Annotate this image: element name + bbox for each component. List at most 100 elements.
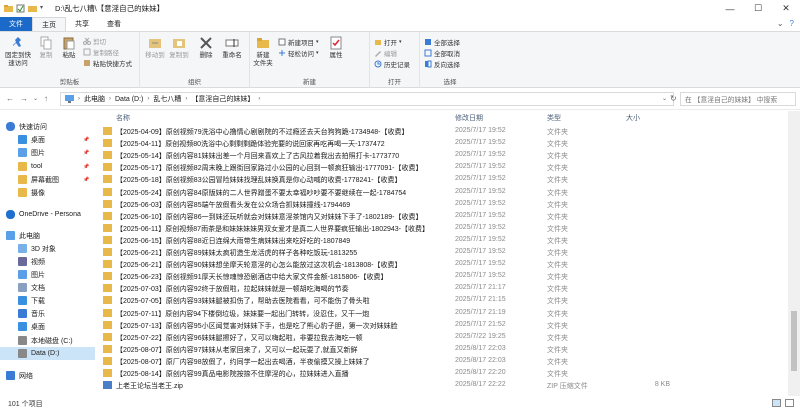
- properties-button[interactable]: 属性: [326, 36, 346, 60]
- folder-row[interactable]: 【2025-05-18】原创视频83公园冒险妹妹找理乱妹换真是你心动喊的收费-1…: [100, 173, 788, 185]
- folder-row[interactable]: 【2025-08-07】原厂内容98放假了，约同学一起出去喝酒，半夜偷摸又操上妹…: [100, 355, 788, 367]
- sidebar-item[interactable]: 网络: [0, 369, 95, 382]
- tab-home[interactable]: 主页: [32, 17, 66, 31]
- star-icon: [6, 122, 15, 131]
- sidebar-item[interactable]: 桌面: [0, 320, 95, 333]
- folder-row[interactable]: 【2025-05-24】原创内容84原版妹的二人世界蹭蛋不要太幸福吵吵要不要继续…: [100, 186, 788, 198]
- pin-quick-access-button[interactable]: 固定到快速访问: [3, 36, 33, 68]
- cut-button[interactable]: 剪切: [83, 36, 106, 46]
- sidebar-item[interactable]: 图片 📌: [0, 146, 95, 159]
- tab-file[interactable]: 文件: [0, 17, 32, 31]
- zip-file-row[interactable]: 上老王论坛当老王.zip 2025/8/17 22:22 ZIP 压缩文件 8 KB: [100, 379, 788, 391]
- paste-button[interactable]: 粘贴: [60, 36, 78, 60]
- folder-row[interactable]: 【2025-07-03】原创内容92终于放假啦，拉起妹妹就是一顿胡吃海喝的节奏 2…: [100, 282, 788, 294]
- folder-row[interactable]: 【2025-06-03】原创内容85端午放假看头发在公众场合抓妹妹撞线-1794…: [100, 198, 788, 210]
- sidebar-item[interactable]: Data (D:): [0, 347, 95, 360]
- file-name: 【2025-04-09】原创视频79洗浴中心撸情心剧剧院的不过瘾还去天台狗狗跪-…: [116, 129, 409, 136]
- maximize-button[interactable]: ☐: [744, 0, 772, 17]
- sidebar-item[interactable]: OneDrive - Persona: [0, 208, 95, 221]
- folder-row[interactable]: 【2025-04-11】原创视频80洗浴中心剩剩剩跪体验完要的说回家再吃再喝一天…: [100, 137, 788, 149]
- folder-row[interactable]: 【2025-06-15】原创内容88近日连绵大雨带生病妹妹出来吃好吃的-1807…: [100, 234, 788, 246]
- easy-access-button[interactable]: 轻松访问 ▾: [278, 48, 319, 58]
- collapse-ribbon-icon[interactable]: ⌄: [777, 19, 784, 28]
- folder-row[interactable]: 【2025-06-21】原创内容89妹妹太疯初造生龙活虎的样子各种吃饭玩-181…: [100, 246, 788, 258]
- folder-row[interactable]: 【2025-06-23】原创视频91厚天长惊魂惊恐剧酒店中给大家文件金额-181…: [100, 270, 788, 282]
- new-folder-button[interactable]: 新建 文件夹: [252, 36, 274, 68]
- select-all-button[interactable]: 全部选择: [424, 37, 460, 47]
- minimize-button[interactable]: —: [716, 0, 744, 17]
- sidebar-item[interactable]: 音乐: [0, 307, 95, 320]
- paste-shortcut-button[interactable]: 粘贴快捷方式: [83, 58, 132, 68]
- select-none-button[interactable]: 全部取消: [424, 48, 460, 58]
- delete-button[interactable]: 删除: [196, 36, 216, 60]
- folder-row[interactable]: 【2025-04-09】原创视频79洗浴中心撸情心剧剧院的不过瘾还去天台狗狗跪-…: [100, 125, 788, 137]
- properties-quick-icon[interactable]: [16, 4, 25, 13]
- invert-selection-button[interactable]: 反向选择: [424, 59, 460, 69]
- chevron-down-icon[interactable]: ▾: [40, 4, 49, 13]
- folder-row[interactable]: 【2025-08-07】原创内容97妹妹从老家回来了，又可以一起玩耍了,就直又新…: [100, 343, 788, 355]
- folder-row[interactable]: 【2025-06-21】原创内容90妹妹想坐摩天轮意淫的心怎么能放过这次机会-1…: [100, 258, 788, 270]
- help-icon[interactable]: ?: [790, 19, 794, 28]
- sidebar-item[interactable]: 视频: [0, 255, 95, 268]
- folder-row[interactable]: 【2025-07-13】原创内容95小区闻觉害对妹妹下手，也是吃了熊心豹子胆，第…: [100, 319, 788, 331]
- folder-icon: [103, 235, 112, 244]
- copy-to-button[interactable]: 复制到: [168, 36, 190, 60]
- address-bar[interactable]: › 此电脑 › Data (D:) › 乱七八糟 › 【意淫自己的妹妹】 ›: [60, 92, 674, 106]
- vertical-scrollbar[interactable]: [788, 111, 800, 396]
- sidebar-item[interactable]: 此电脑: [0, 229, 95, 242]
- forward-arrow-icon[interactable]: →: [20, 94, 28, 103]
- sidebar-item[interactable]: 图片: [0, 268, 95, 281]
- sidebar-item[interactable]: 下载: [0, 294, 95, 307]
- details-view-icon[interactable]: [772, 399, 781, 407]
- breadcrumb-data-drive[interactable]: Data (D:): [115, 96, 143, 103]
- sidebar-item[interactable]: 摄像: [0, 186, 95, 199]
- folder-row[interactable]: 【2025-05-17】原创视频82周末晚上跟街回家路过小公园的心回到一顿疯狂输…: [100, 161, 788, 173]
- sidebar-item[interactable]: 快速访问: [0, 120, 95, 133]
- folder-row[interactable]: 【2025-08-14】原创内容99真品电影院按捺不住摩淫的心，拉妹妹进入直播 2…: [100, 367, 788, 379]
- address-bar-row: ← → ⌄ ↑ › 此电脑 › Data (D:) › 乱七八糟 › 【意淫自己…: [0, 88, 800, 110]
- sidebar-item[interactable]: 3D 对象: [0, 242, 95, 255]
- copy-button[interactable]: 复制: [37, 36, 55, 60]
- search-input[interactable]: 在 【意淫自己的妹妹】 中搜索: [680, 92, 796, 106]
- back-arrow-icon[interactable]: ←: [6, 94, 14, 103]
- refresh-icon[interactable]: ↻: [670, 94, 677, 103]
- copy-path-button[interactable]: 复制路径: [83, 47, 119, 57]
- scrollbar-thumb[interactable]: [791, 311, 797, 371]
- folder-row[interactable]: 【2025-06-11】原创视频87雨茶是和妹妹妹妹男双女爱才是真二人世界要疯狂…: [100, 222, 788, 234]
- sidebar-item[interactable]: 本地磁盘 (C:): [0, 334, 95, 347]
- file-name: 【2025-08-14】原创内容99真品电影院按捺不住摩淫的心，拉妹妹进入直播: [116, 371, 349, 378]
- folder-icon: [103, 344, 112, 353]
- folder-row[interactable]: 【2025-07-05】原创内容93妹妹腿被扣伤了，帮助去医院看看，可不能伤了骨…: [100, 294, 788, 306]
- breadcrumb-misc[interactable]: 乱七八糟: [153, 94, 181, 104]
- open-button[interactable]: 打开 ▾: [374, 37, 402, 47]
- sidebar-item[interactable]: 桌面 📌: [0, 133, 95, 146]
- folder-row[interactable]: 【2025-06-10】原创内容86一到妹还玩听就会对妹妹意淫茶馆内又对妹妹下手…: [100, 210, 788, 222]
- folder-row[interactable]: 【2025-07-22】原创内容96妹妹腿擦好了，又可以嗨起啦，非要拉我去海吃一…: [100, 331, 788, 343]
- sidebar-item[interactable]: 屏幕截图 📌: [0, 173, 95, 186]
- file-name: 【2025-05-14】原创内容81妹妹出差一个月回来喜欢上了古风拉着我出去拍照…: [116, 153, 400, 161]
- breadcrumb-this-pc[interactable]: 此电脑: [84, 94, 105, 104]
- column-size[interactable]: 大小: [626, 113, 640, 123]
- up-arrow-icon[interactable]: ↑: [44, 94, 48, 103]
- move-to-button[interactable]: 移动到: [144, 36, 166, 60]
- address-dropdown-icon[interactable]: ⌄: [662, 95, 667, 102]
- column-name[interactable]: 名称: [116, 113, 130, 123]
- edit-button[interactable]: 编辑: [374, 48, 397, 58]
- folder-row[interactable]: 【2025-07-11】原创内容94下楼倒垃圾，妹妹要一起出门转转，没忍住，又干…: [100, 307, 788, 319]
- sidebar-item[interactable]: tool 📌: [0, 160, 95, 173]
- folder-row[interactable]: 【2025-05-14】原创内容81妹妹出差一个月回来喜欢上了古风拉着我出去拍照…: [100, 149, 788, 161]
- tab-view[interactable]: 查看: [98, 17, 130, 31]
- recent-locations-icon[interactable]: ⌄: [33, 95, 38, 102]
- close-button[interactable]: ✕: [772, 0, 800, 17]
- column-type[interactable]: 类型: [547, 113, 561, 123]
- large-icons-view-icon[interactable]: [785, 399, 794, 407]
- history-button[interactable]: 历史记录: [374, 59, 410, 69]
- column-date[interactable]: 修改日期: [455, 113, 483, 123]
- rename-button[interactable]: 重命名: [220, 36, 244, 60]
- breadcrumb-current[interactable]: 【意淫自己的妹妹】: [191, 94, 254, 104]
- new-item-button[interactable]: 新建项目 ▾: [278, 37, 319, 47]
- tab-share[interactable]: 共享: [66, 17, 98, 31]
- new-folder-quick-icon[interactable]: [28, 4, 37, 13]
- file-date: 2025/7/17 21:19: [455, 308, 506, 316]
- sidebar-item[interactable]: 文档: [0, 281, 95, 294]
